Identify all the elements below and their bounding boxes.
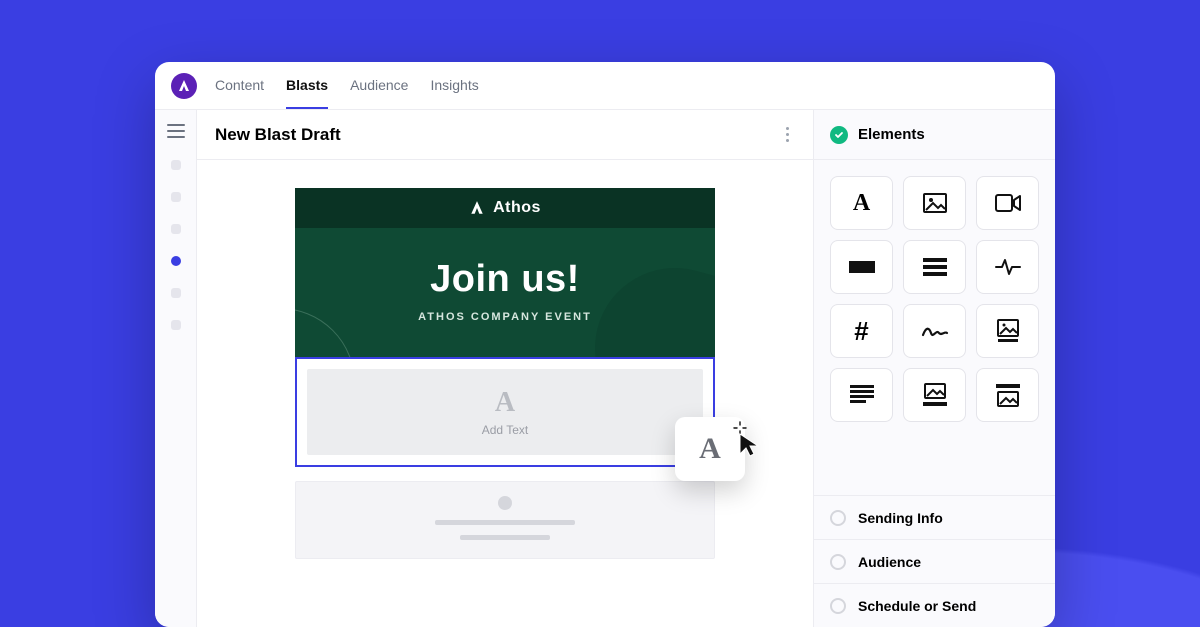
panel-section-label: Sending Info (858, 510, 943, 526)
placeholder-block[interactable] (295, 481, 715, 559)
panel-section-label: Audience (858, 554, 921, 570)
menu-icon[interactable] (167, 124, 185, 138)
tab-audience[interactable]: Audience (350, 62, 408, 109)
check-circle-icon (830, 126, 848, 144)
signature-icon (921, 323, 949, 339)
left-rail (155, 110, 197, 627)
panel-section-schedule[interactable]: Schedule or Send (814, 583, 1055, 627)
editor-pane: New Blast Draft Athos (197, 110, 813, 627)
paragraph-icon (850, 385, 874, 405)
hero-block[interactable]: Athos Join us! ATHOS COMPANY EVENT (295, 188, 715, 357)
button-element-tile[interactable] (830, 240, 893, 294)
app-window: Content Blasts Audience Insights New Bla… (155, 62, 1055, 627)
text-element-tile[interactable]: A (830, 176, 893, 230)
dragging-element-preview: A (675, 417, 745, 481)
panel-section-sending-info[interactable]: Sending Info (814, 495, 1055, 539)
hashtag-element-tile[interactable]: # (830, 304, 893, 358)
page-title: New Blast Draft (215, 125, 341, 145)
tab-blasts[interactable]: Blasts (286, 62, 328, 109)
image-caption-bottom-icon (922, 383, 948, 407)
placeholder-avatar (498, 496, 512, 510)
panel-section-label: Elements (858, 126, 925, 143)
activity-element-tile[interactable] (976, 240, 1039, 294)
tab-content[interactable]: Content (215, 62, 264, 109)
radio-unchecked-icon (830, 598, 846, 614)
placeholder-line (460, 535, 550, 540)
image-caption-bottom-element-tile[interactable] (903, 368, 966, 422)
email-canvas[interactable]: Athos Join us! ATHOS COMPANY EVENT (295, 188, 715, 627)
text-icon: A (853, 190, 870, 217)
activity-icon (995, 258, 1021, 276)
signature-element-tile[interactable] (903, 304, 966, 358)
hash-icon: # (854, 316, 868, 347)
text-icon: A (495, 387, 515, 419)
button-icon (849, 261, 875, 273)
radio-unchecked-icon (830, 554, 846, 570)
nav-tabs: Content Blasts Audience Insights (215, 62, 479, 109)
list-element-tile[interactable] (903, 240, 966, 294)
image-caption-top-icon (995, 383, 1021, 407)
rail-step-6[interactable] (171, 320, 181, 330)
elements-grid: A # (814, 160, 1055, 438)
more-menu-icon[interactable] (780, 121, 795, 148)
drop-slot-label: Add Text (482, 423, 528, 437)
paragraph-element-tile[interactable] (830, 368, 893, 422)
placeholder-line (435, 520, 575, 525)
gallery-icon (995, 319, 1021, 343)
panel-section-audience[interactable]: Audience (814, 539, 1055, 583)
image-icon (923, 193, 947, 213)
video-element-tile[interactable] (976, 176, 1039, 230)
rail-step-1[interactable] (171, 160, 181, 170)
brand-mark-icon (469, 200, 485, 216)
radio-unchecked-icon (830, 510, 846, 526)
rail-step-5[interactable] (171, 288, 181, 298)
rail-step-3[interactable] (171, 224, 181, 234)
rail-step-4-active[interactable] (171, 256, 181, 266)
panel-section-label: Schedule or Send (858, 598, 976, 614)
drop-target-slot[interactable]: A Add Text (295, 357, 715, 467)
gallery-element-tile[interactable] (976, 304, 1039, 358)
panel-section-elements[interactable]: Elements (814, 110, 1055, 160)
app-logo[interactable] (171, 73, 197, 99)
right-panel: Elements A # (813, 110, 1055, 627)
brand-name: Athos (493, 199, 541, 217)
top-bar: Content Blasts Audience Insights (155, 62, 1055, 110)
image-element-tile[interactable] (903, 176, 966, 230)
list-icon (923, 258, 947, 276)
text-icon: A (699, 432, 721, 466)
image-caption-top-element-tile[interactable] (976, 368, 1039, 422)
cursor-icon (737, 432, 763, 458)
video-icon (995, 194, 1021, 212)
rail-step-2[interactable] (171, 192, 181, 202)
tab-insights[interactable]: Insights (430, 62, 478, 109)
